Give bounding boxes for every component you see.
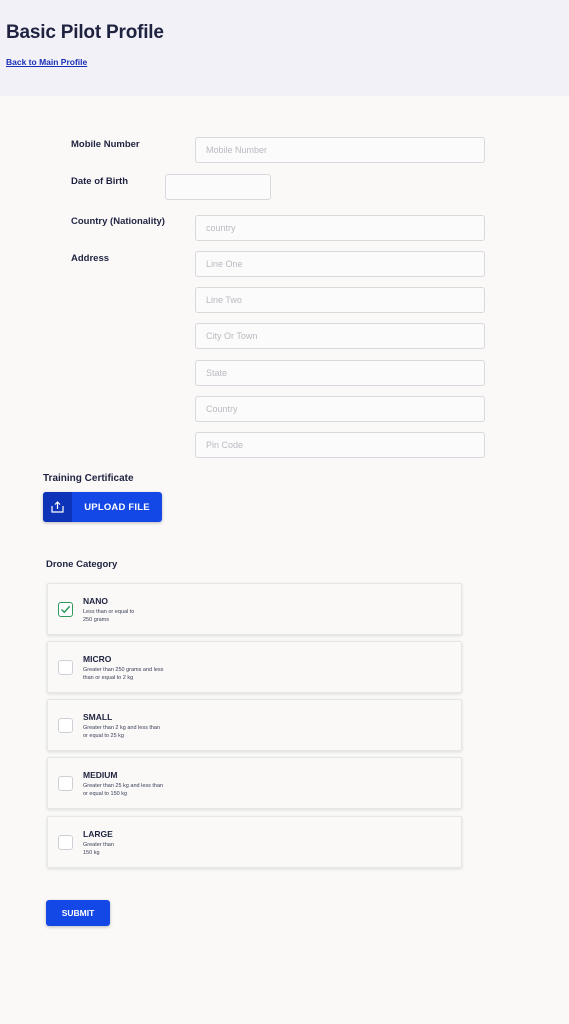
training-certificate-title: Training Certificate xyxy=(43,473,134,484)
address-city-input[interactable] xyxy=(195,323,485,349)
mobile-number-label: Mobile Number xyxy=(71,139,140,150)
submit-button[interactable]: SUBMIT xyxy=(46,900,110,926)
address-country-input[interactable] xyxy=(195,396,485,422)
small-checkbox[interactable] xyxy=(58,718,73,733)
category-description: Less than or equal to 250 grams xyxy=(83,609,135,623)
category-description: Greater than 250 grams and less than or … xyxy=(83,667,164,681)
category-name: SMALL xyxy=(83,712,113,722)
address-line-two-input[interactable] xyxy=(195,287,485,313)
drone-category-micro[interactable]: MICRO Greater than 250 grams and less th… xyxy=(47,641,462,693)
large-checkbox[interactable] xyxy=(58,835,73,850)
drone-category-title: Drone Category xyxy=(46,559,118,570)
back-to-main-profile-link[interactable]: Back to Main Profile xyxy=(6,57,87,67)
drone-category-nano[interactable]: NANO Less than or equal to 250 grams xyxy=(47,583,462,635)
medium-checkbox[interactable] xyxy=(58,776,73,791)
drone-category-medium[interactable]: MEDIUM Greater than 25 kg and less than … xyxy=(47,757,462,809)
date-of-birth-label: Date of Birth xyxy=(71,176,128,187)
upload-icon xyxy=(43,492,72,522)
micro-checkbox[interactable] xyxy=(58,660,73,675)
address-pin-code-input[interactable] xyxy=(195,432,485,458)
category-description: Greater than 150 kg xyxy=(83,842,114,856)
address-state-input[interactable] xyxy=(195,360,485,386)
nationality-input[interactable] xyxy=(195,215,485,241)
drone-category-large[interactable]: LARGE Greater than 150 kg xyxy=(47,816,462,868)
category-description: Greater than 25 kg and less than or equa… xyxy=(83,783,164,797)
page-title: Basic Pilot Profile xyxy=(6,22,164,43)
category-name: MICRO xyxy=(83,654,112,664)
date-of-birth-input[interactable] xyxy=(165,174,271,200)
category-name: MEDIUM xyxy=(83,770,118,780)
check-icon xyxy=(60,605,71,614)
nationality-label: Country (Nationality) xyxy=(71,216,165,227)
upload-file-button[interactable]: UPLOAD FILE xyxy=(43,492,162,522)
drone-category-small[interactable]: SMALL Greater than 2 kg and less than or… xyxy=(47,699,462,751)
address-line-one-input[interactable] xyxy=(195,251,485,277)
category-name: LARGE xyxy=(83,829,113,839)
mobile-number-input[interactable] xyxy=(195,137,485,163)
nano-checkbox[interactable] xyxy=(58,602,73,617)
upload-file-label: UPLOAD FILE xyxy=(84,501,150,513)
category-name: NANO xyxy=(83,596,109,606)
address-label: Address xyxy=(71,253,110,264)
page-header: Basic Pilot Profile Back to Main Profile xyxy=(0,0,569,96)
category-description: Greater than 2 kg and less than or equal… xyxy=(83,725,161,739)
